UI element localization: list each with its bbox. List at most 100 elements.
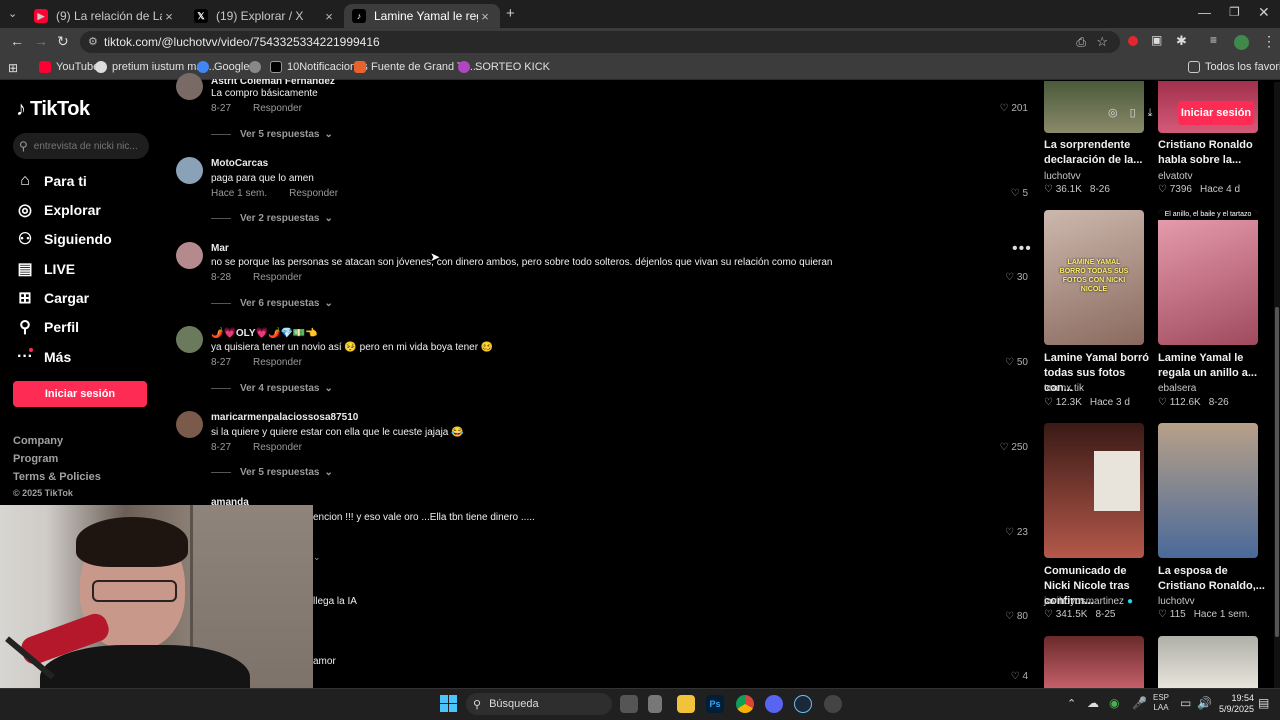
comment-author[interactable]: MotoCarcas bbox=[211, 158, 268, 169]
discord-icon[interactable] bbox=[765, 695, 783, 713]
video-title[interactable]: La sorprendente declaración de la... bbox=[1044, 138, 1152, 168]
more-options-icon[interactable]: ••• bbox=[1012, 240, 1032, 258]
extension-record-icon[interactable] bbox=[1128, 36, 1138, 46]
chrome-icon[interactable] bbox=[736, 695, 754, 713]
nav-live[interactable]: ▤ LIVE bbox=[16, 260, 75, 278]
video-author[interactable]: luchotvv bbox=[1044, 171, 1081, 182]
language-indicator[interactable]: ESP LAA bbox=[1153, 693, 1169, 713]
view-replies-button[interactable]: Ver 6 respuestas ⌄ bbox=[211, 298, 333, 309]
footer-terms[interactable]: Terms & Policies bbox=[13, 471, 101, 483]
search-input[interactable] bbox=[33, 140, 140, 152]
nav-perfil[interactable]: ⚲ Perfil bbox=[16, 318, 79, 336]
video-author[interactable]: javihoyosmartinez ● bbox=[1044, 596, 1133, 607]
video-author[interactable]: ebalsera bbox=[1158, 383, 1196, 394]
video-author[interactable]: teamx.tik bbox=[1044, 383, 1084, 394]
video-thumbnail[interactable]: El anillo, el baile y el tartazo bbox=[1158, 210, 1258, 345]
video-control-icons[interactable]: ◎▯⤓ bbox=[1108, 106, 1165, 120]
top-login-button[interactable]: Iniciar sesión bbox=[1178, 101, 1254, 125]
page-scrollbar[interactable] bbox=[1274, 82, 1280, 688]
reply-button[interactable]: Responder bbox=[253, 357, 302, 368]
microphone-icon[interactable]: 🎤 bbox=[1132, 696, 1147, 710]
nav-explorar[interactable]: ◎ Explorar bbox=[16, 201, 101, 219]
onedrive-icon[interactable]: ☁ bbox=[1087, 696, 1099, 710]
video-thumbnail[interactable] bbox=[1158, 636, 1258, 688]
view-replies-button[interactable]: Ver 5 respuestas ⌄ bbox=[211, 129, 333, 140]
comment-author[interactable]: 🌶️💗OLY💗🌶️💎💵👈 bbox=[211, 328, 318, 339]
file-explorer-icon[interactable] bbox=[677, 695, 695, 713]
apps-grid-icon[interactable]: ⊞ bbox=[8, 61, 18, 75]
close-icon[interactable]: × bbox=[162, 9, 176, 24]
tab-tiktok[interactable]: ♪ Lamine Yamal le regaló a Nicki × bbox=[344, 4, 500, 28]
browser-menu-icon[interactable]: ⋮ bbox=[1262, 33, 1276, 50]
media-control-icon[interactable]: ≡ bbox=[1210, 33, 1217, 47]
search-box[interactable]: ⚲ bbox=[13, 133, 149, 159]
app-icon[interactable] bbox=[824, 695, 842, 713]
video-title[interactable]: Lamine Yamal le regala un anillo a... bbox=[1158, 351, 1266, 381]
like-count[interactable]: ♡ 30 bbox=[1005, 272, 1028, 283]
restore-icon[interactable]: ❐ bbox=[1229, 5, 1240, 19]
like-count[interactable]: ♡ 4 bbox=[1011, 671, 1028, 682]
reply-button[interactable]: Responder bbox=[253, 442, 302, 453]
tray-app-icon[interactable]: ◉ bbox=[1109, 696, 1119, 710]
window-close-icon[interactable]: ✕ bbox=[1258, 4, 1270, 21]
tab-youtube[interactable]: ▶ (9) La relación de Lamine Yamal × bbox=[26, 4, 184, 28]
nav-siguiendo[interactable]: ⚇ Siguiendo bbox=[16, 230, 112, 248]
tab-x[interactable]: 𝕏 (19) Explorar / X × bbox=[186, 4, 344, 28]
close-icon[interactable]: × bbox=[478, 9, 492, 24]
start-button[interactable] bbox=[440, 695, 457, 712]
bookmark-youtube[interactable]: YouTube bbox=[39, 61, 99, 73]
nav-mas[interactable]: ··· Más bbox=[16, 348, 71, 366]
scrollbar-thumb[interactable] bbox=[1275, 307, 1279, 637]
like-count[interactable]: ♡ 80 bbox=[1005, 611, 1028, 622]
nav-para-ti[interactable]: ⌂ Para ti bbox=[16, 172, 87, 190]
comment-author[interactable]: Mar bbox=[211, 243, 229, 254]
photoshop-icon[interactable]: Ps bbox=[706, 695, 724, 713]
video-thumbnail[interactable] bbox=[1044, 423, 1144, 558]
view-replies-button[interactable]: Ver 2 respuestas ⌄ bbox=[211, 213, 333, 224]
reply-button[interactable]: Responder bbox=[253, 103, 302, 114]
taskbar-search[interactable]: ⚲ Búsqueda bbox=[466, 693, 612, 715]
extensions-puzzle-icon[interactable]: ✱ bbox=[1176, 33, 1187, 49]
new-tab-button[interactable]: + bbox=[506, 5, 515, 22]
profile-avatar-icon[interactable] bbox=[1234, 35, 1249, 50]
nav-cargar[interactable]: ⊞ Cargar bbox=[16, 289, 89, 307]
reload-icon[interactable]: ↻ bbox=[57, 33, 69, 50]
comment-avatar[interactable] bbox=[176, 326, 203, 353]
address-bar[interactable]: ⚙ tiktok.com/@luchotvv/video/75433253342… bbox=[80, 31, 1120, 53]
back-icon[interactable]: ← bbox=[10, 33, 24, 49]
task-view-icon[interactable] bbox=[620, 695, 638, 713]
video-author[interactable]: elvatotv bbox=[1158, 171, 1192, 182]
login-button[interactable]: Iniciar sesión bbox=[13, 381, 147, 407]
show-hidden-icons[interactable]: ⌃ bbox=[1067, 697, 1076, 710]
tiktok-logo[interactable]: ♪ TikTok bbox=[16, 98, 90, 121]
app-icon[interactable] bbox=[648, 695, 662, 713]
footer-program[interactable]: Program bbox=[13, 453, 58, 465]
like-count[interactable]: ♡ 5 bbox=[1011, 188, 1028, 199]
like-count[interactable]: ♡ 50 bbox=[1005, 357, 1028, 368]
comment-avatar[interactable] bbox=[176, 73, 203, 100]
bookmark-google[interactable]: Google bbox=[197, 61, 249, 73]
clock[interactable]: 19:54 5/9/2025 bbox=[1218, 693, 1254, 715]
like-count[interactable]: ♡ 250 bbox=[1000, 442, 1028, 453]
comment-author[interactable]: maricarmenpalaciossosa87510 bbox=[211, 412, 358, 423]
view-replies-button[interactable]: Ver 5 respuestas ⌄ bbox=[211, 467, 333, 478]
video-thumbnail[interactable]: LAMINE YAMAL BORRÓ TODAS SUS FOTOS CON N… bbox=[1044, 210, 1144, 345]
comment-avatar[interactable] bbox=[176, 411, 203, 438]
chevron-down-icon[interactable]: ⌄ bbox=[313, 552, 321, 563]
forward-icon[interactable]: → bbox=[34, 33, 48, 49]
comment-avatar[interactable] bbox=[176, 242, 203, 269]
view-replies-button[interactable]: Ver 4 respuestas ⌄ bbox=[211, 383, 333, 394]
site-info-icon[interactable]: ⚙ bbox=[88, 31, 98, 53]
video-title[interactable]: Cristiano Ronaldo habla sobre la... bbox=[1158, 138, 1266, 168]
close-icon[interactable]: × bbox=[322, 9, 336, 24]
network-icon[interactable]: ▭ bbox=[1180, 696, 1191, 710]
minimize-icon[interactable]: — bbox=[1198, 5, 1211, 20]
video-title[interactable]: La esposa de Cristiano Ronaldo,... bbox=[1158, 564, 1266, 594]
like-count[interactable]: ♡ 201 bbox=[1000, 103, 1028, 114]
volume-icon[interactable]: 🔊 bbox=[1197, 696, 1212, 710]
reply-button[interactable]: Responder bbox=[289, 188, 338, 199]
comment-avatar[interactable] bbox=[176, 157, 203, 184]
tab-search-icon[interactable]: ⌄ bbox=[8, 7, 17, 20]
bookmark-unnamed[interactable] bbox=[249, 61, 266, 73]
notifications-icon[interactable]: ▤ bbox=[1258, 696, 1269, 710]
